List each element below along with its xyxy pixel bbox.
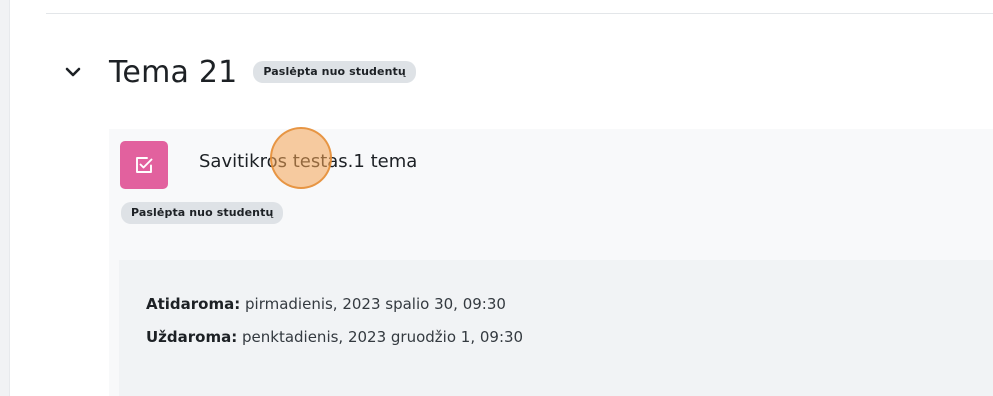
- open-date-label: Atidaroma:: [146, 295, 241, 313]
- close-date-value: penktadienis, 2023 gruodžio 1, 09:30: [237, 328, 524, 346]
- open-date: Atidaroma: pirmadienis, 2023 spalio 30, …: [146, 295, 506, 313]
- activity-dates: Atidaroma: pirmadienis, 2023 spalio 30, …: [119, 260, 993, 396]
- close-date: Uždaroma: penktadienis, 2023 gruodžio 1,…: [146, 328, 523, 346]
- left-rail: [0, 0, 10, 396]
- activity-hidden-badge: Paslėpta nuo studentų: [121, 202, 284, 224]
- close-date-label: Uždaroma:: [146, 328, 238, 346]
- section-divider: [46, 13, 993, 14]
- quiz-checkbox-icon: [120, 141, 168, 189]
- section-header: Tema 21 Paslėpta nuo studentų: [62, 46, 416, 98]
- section-title[interactable]: Tema 21: [109, 55, 237, 90]
- activity-name-link[interactable]: Savitikros testas.1 tema: [199, 151, 417, 172]
- activity-card: Savitikros testas.1 tema Paslėpta nuo st…: [109, 129, 993, 396]
- hidden-from-students-badge: Paslėpta nuo studentų: [253, 61, 416, 83]
- chevron-down-icon[interactable]: [62, 61, 84, 83]
- open-date-value: pirmadienis, 2023 spalio 30, 09:30: [240, 295, 506, 313]
